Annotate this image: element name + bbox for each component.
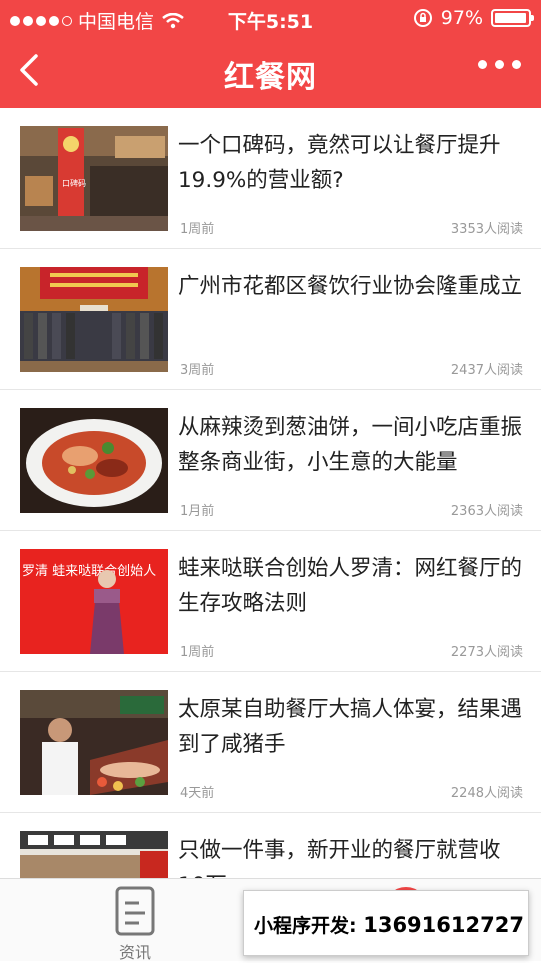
status-bar: 中国电信 下午5:51 97%	[0, 0, 541, 36]
page-title: 红餐网	[224, 60, 317, 95]
ad-banner[interactable]: 小程序开发: 13691612727	[243, 890, 529, 956]
ad-phone[interactable]: 13691612727	[363, 913, 524, 937]
article-reads: 3353人阅读	[450, 222, 523, 237]
article-title[interactable]: 太原某自助餐厅大搞人体宴，结果遇到了咸猪手	[178, 692, 523, 762]
article-time: 3周前	[180, 363, 215, 378]
article-reads: 2437人阅读	[450, 363, 523, 378]
article-list: 口碑码 一个口碑码，竟然可以让餐厅提升19.9%的营业额? 1周前 3353人阅…	[0, 108, 541, 878]
thumb-text: 罗清 蛙来哒联合创始人	[22, 563, 156, 579]
rotation-lock-icon	[413, 9, 432, 27]
article-thumbnail	[20, 831, 168, 878]
tab-news-label: 资讯	[118, 943, 151, 962]
article-thumbnail	[20, 690, 168, 795]
article-title[interactable]: 从麻辣烫到葱油饼，一间小吃店重振整条商业街，小生意的大能量	[178, 410, 523, 480]
top-bar: 中国电信 下午5:51 97% 红餐网	[0, 0, 541, 108]
article-thumbnail: 罗清 蛙来哒联合创始人	[20, 549, 168, 654]
tab-news[interactable]: 资讯	[100, 885, 170, 963]
article-thumbnail	[20, 408, 168, 513]
article-title[interactable]: 广州市花都区餐饮行业协会隆重成立	[178, 269, 523, 304]
article-item[interactable]: 罗清 蛙来哒联合创始人 蛙来哒联合创始人罗清：网红餐厅的生存攻略法则 1周前 2…	[0, 531, 541, 672]
article-time: 1月前	[180, 504, 215, 519]
article-time: 1周前	[180, 222, 215, 237]
article-item[interactable]: 从麻辣烫到葱油饼，一间小吃店重振整条商业街，小生意的大能量 1月前 2363人阅…	[0, 390, 541, 531]
article-reads: 2363人阅读	[450, 504, 523, 519]
more-menu-icon[interactable]	[478, 60, 521, 69]
document-icon	[115, 886, 155, 936]
thumb-text: 口碑码	[62, 178, 86, 188]
article-item[interactable]: 口碑码 一个口碑码，竟然可以让餐厅提升19.9%的营业额? 1周前 3353人阅…	[0, 108, 541, 249]
article-title[interactable]: 一个口碑码，竟然可以让餐厅提升19.9%的营业额?	[178, 128, 523, 198]
article-time: 4天前	[180, 786, 215, 801]
article-thumbnail	[20, 267, 168, 372]
article-thumbnail: 口碑码	[20, 126, 168, 231]
battery-percent: 97%	[440, 7, 483, 29]
article-item[interactable]: 广州市花都区餐饮行业协会隆重成立 3周前 2437人阅读	[0, 249, 541, 390]
article-title[interactable]: 只做一件事，新开业的餐厅就营收10万+	[178, 833, 523, 878]
battery-icon	[491, 9, 534, 27]
article-title[interactable]: 蛙来哒联合创始人罗清：网红餐厅的生存攻略法则	[178, 551, 523, 621]
article-item[interactable]: 太原某自助餐厅大搞人体宴，结果遇到了咸猪手 4天前 2248人阅读	[0, 672, 541, 813]
article-item[interactable]: 只做一件事，新开业的餐厅就营收10万+	[0, 813, 541, 878]
article-time: 1周前	[180, 645, 215, 660]
article-reads: 2273人阅读	[450, 645, 523, 660]
nav-bar: 红餐网	[0, 36, 541, 108]
article-reads: 2248人阅读	[450, 786, 523, 801]
ad-label: 小程序开发:	[254, 915, 364, 937]
